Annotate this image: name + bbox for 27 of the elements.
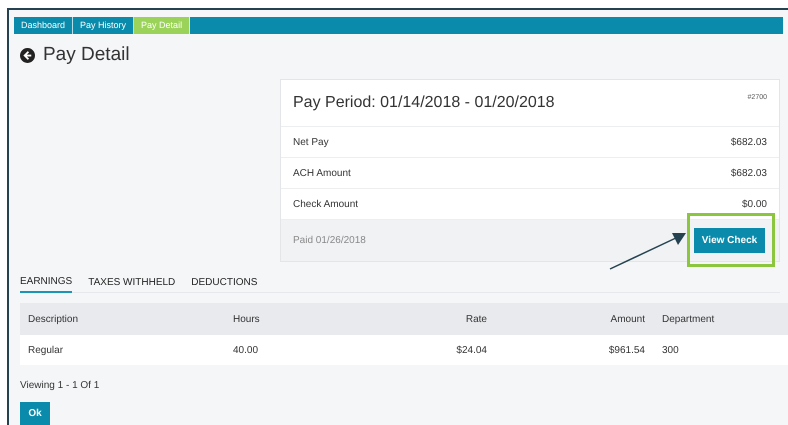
pagination-text: Viewing 1 - 1 Of 1	[20, 379, 100, 393]
table-cell: 40.00	[233, 344, 258, 356]
page-title: Pay Detail	[43, 42, 130, 67]
row-value: $682.03	[730, 166, 767, 180]
column-header: Rate	[466, 314, 487, 324]
paid-date: Paid 01/26/2018	[293, 234, 366, 248]
column-header: Amount	[610, 314, 645, 324]
row-label: ACH Amount	[293, 166, 351, 180]
table-cell: 300	[662, 344, 679, 356]
tab[interactable]: TAXES WITHHELD	[88, 271, 176, 293]
column-header: Description	[28, 314, 78, 324]
tab[interactable]: EARNINGS	[20, 271, 72, 293]
ok-button[interactable]: Ok	[20, 402, 50, 425]
table-cell: $24.04	[456, 344, 487, 356]
tab[interactable]: DEDUCTIONS	[191, 271, 258, 293]
view-check-button[interactable]: View Check	[694, 228, 765, 253]
table-cell: Regular	[28, 344, 64, 356]
column-header: Department	[662, 314, 714, 324]
row-value: $682.03	[730, 136, 767, 150]
table-cell: $961.54	[608, 344, 645, 356]
back-arrow-icon[interactable]	[20, 48, 35, 62]
row-value: $0.00	[742, 198, 767, 212]
row-label: Check Amount	[293, 198, 358, 212]
row-label: Net Pay	[293, 136, 329, 150]
pay-period: Pay Period: 01/14/2018 - 01/20/2018	[293, 93, 555, 113]
column-header: Hours	[233, 314, 260, 324]
breadcrumb-link[interactable]: Dashboard	[14, 17, 74, 34]
